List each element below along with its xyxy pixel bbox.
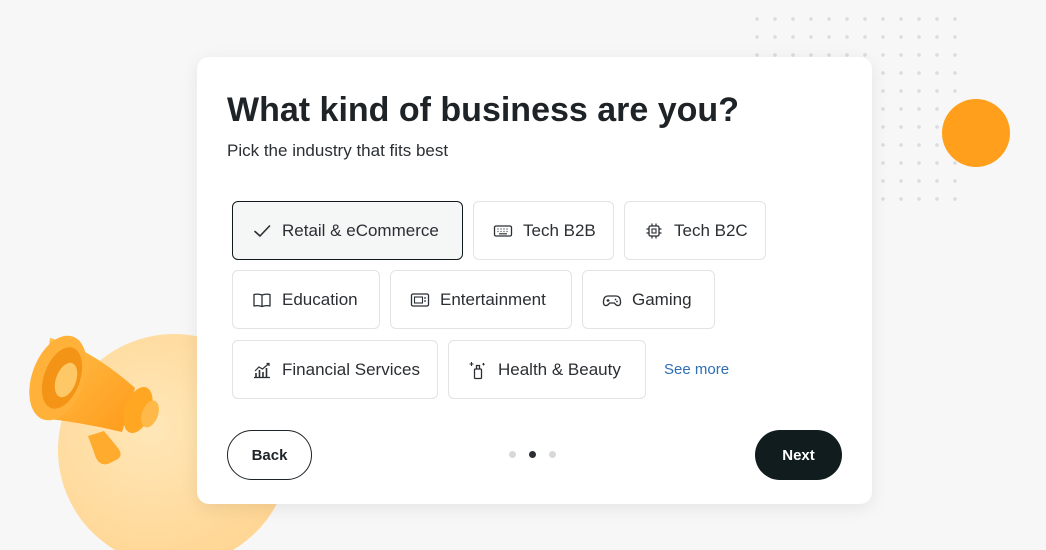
industry-option-tech-b2c[interactable]: Tech B2C: [624, 201, 766, 260]
industry-option-label: Retail & eCommerce: [282, 220, 439, 240]
industry-option-gaming[interactable]: Gaming: [582, 270, 715, 329]
page-dot-active[interactable]: [529, 451, 536, 458]
page-dot[interactable]: [509, 451, 516, 458]
book-icon: [252, 290, 272, 310]
industry-option-label: Education: [282, 289, 358, 309]
page-subtitle: Pick the industry that fits best: [227, 141, 449, 160]
chart-icon: [252, 360, 272, 380]
page-dot[interactable]: [549, 451, 556, 458]
industry-option-label: Tech B2C: [674, 220, 748, 240]
cosmetics-icon: [468, 360, 488, 380]
megaphone-icon: [29, 335, 159, 465]
chip-icon: [644, 221, 664, 241]
industry-option-financial-services[interactable]: Financial Services: [232, 340, 438, 399]
industry-option-label: Tech B2B: [523, 220, 596, 240]
pagination-dots: [509, 451, 556, 458]
industry-option-tech-b2b[interactable]: Tech B2B: [473, 201, 614, 260]
industry-option-label: Gaming: [632, 289, 692, 309]
industry-option-label: Financial Services: [282, 359, 420, 379]
decorative-orange-circle: [942, 99, 1010, 167]
back-button[interactable]: Back: [227, 430, 312, 480]
industry-card: What kind of business are you? Pick the …: [197, 57, 872, 504]
keyboard-icon: [493, 221, 513, 241]
industry-option-entertainment[interactable]: Entertainment: [390, 270, 572, 329]
gamepad-icon: [602, 290, 622, 310]
next-button[interactable]: Next: [755, 430, 842, 480]
see-more-link[interactable]: See more: [664, 361, 729, 378]
tv-icon: [410, 290, 430, 310]
industry-option-education[interactable]: Education: [232, 270, 380, 329]
industry-option-health-beauty[interactable]: Health & Beauty: [448, 340, 646, 399]
industry-option-label: Health & Beauty: [498, 359, 621, 379]
page-title: What kind of business are you?: [227, 91, 739, 129]
industry-option-label: Entertainment: [440, 289, 546, 309]
check-icon: [252, 221, 272, 241]
industry-option-retail-ecommerce[interactable]: Retail & eCommerce: [232, 201, 463, 260]
